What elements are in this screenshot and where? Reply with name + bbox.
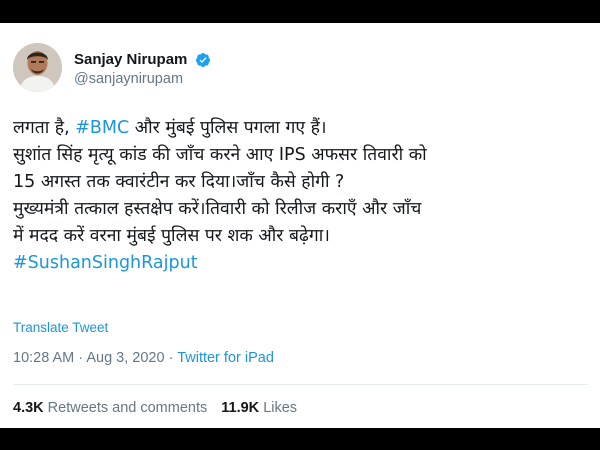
likes-label: Likes [263, 400, 298, 416]
tweet-meta: 10:28 AM · Aug 3, 2020 · Twitter for iPa… [13, 350, 274, 366]
tweet-line-4: मुख्यमंत्री तत्काल हस्तक्षेप करें।तिवारी… [13, 199, 422, 219]
tweet-text-segment: और मुंबई पुलिस पगला गए हैं। [129, 118, 327, 138]
retweets-label: Retweets and comments [47, 400, 208, 416]
tweet-text: लगता है, #BMC और मुंबई पुलिस पगला गए हैं… [13, 115, 588, 277]
tweet-text-segment: लगता है, [13, 118, 76, 138]
tweet-line-3: 15 अगस्त तक क्वारंटीन कर दिया।जाँच कैसे … [13, 172, 345, 192]
hashtag-sushansinghrajput[interactable]: #SushanSinghRajput [13, 250, 588, 277]
tweet-header: Sanjay Nirupam @sanjaynirupam [13, 43, 573, 103]
meta-separator: · [164, 350, 178, 366]
tweet-line-1: लगता है, #BMC और मुंबई पुलिस पगला गए हैं… [13, 115, 588, 142]
avatar-image [13, 43, 62, 92]
retweets-stat[interactable]: 4.3K Retweets and comments [13, 400, 207, 416]
likes-stat[interactable]: 11.9K Likes [221, 400, 297, 416]
divider [13, 384, 588, 385]
tweet-card: Sanjay Nirupam @sanjaynirupam लगता है, #… [0, 23, 600, 428]
verified-badge-icon [196, 52, 211, 67]
likes-count: 11.9K [221, 400, 260, 416]
author-display-name[interactable]: Sanjay Nirupam [74, 51, 187, 68]
tweet-source-link[interactable]: Twitter for iPad [177, 350, 274, 366]
tweet-stats: 4.3K Retweets and comments 11.9K Likes [13, 400, 311, 416]
hashtag-bmc[interactable]: #BMC [75, 118, 129, 138]
avatar[interactable] [13, 43, 62, 92]
tweet-line-5: में मदद करें वरना मुंबई पुलिस पर शक और ब… [13, 226, 330, 246]
tweet-timestamp[interactable]: 10:28 AM · Aug 3, 2020 [13, 350, 165, 366]
author-handle[interactable]: @sanjaynirupam [74, 71, 211, 87]
author-names: Sanjay Nirupam @sanjaynirupam [74, 49, 211, 87]
translate-tweet-link[interactable]: Translate Tweet [13, 320, 108, 335]
tweet-line-2: सुशांत सिंह मृत्यू कांड की जाँच करने आए … [13, 145, 427, 165]
retweets-count: 4.3K [13, 400, 44, 416]
